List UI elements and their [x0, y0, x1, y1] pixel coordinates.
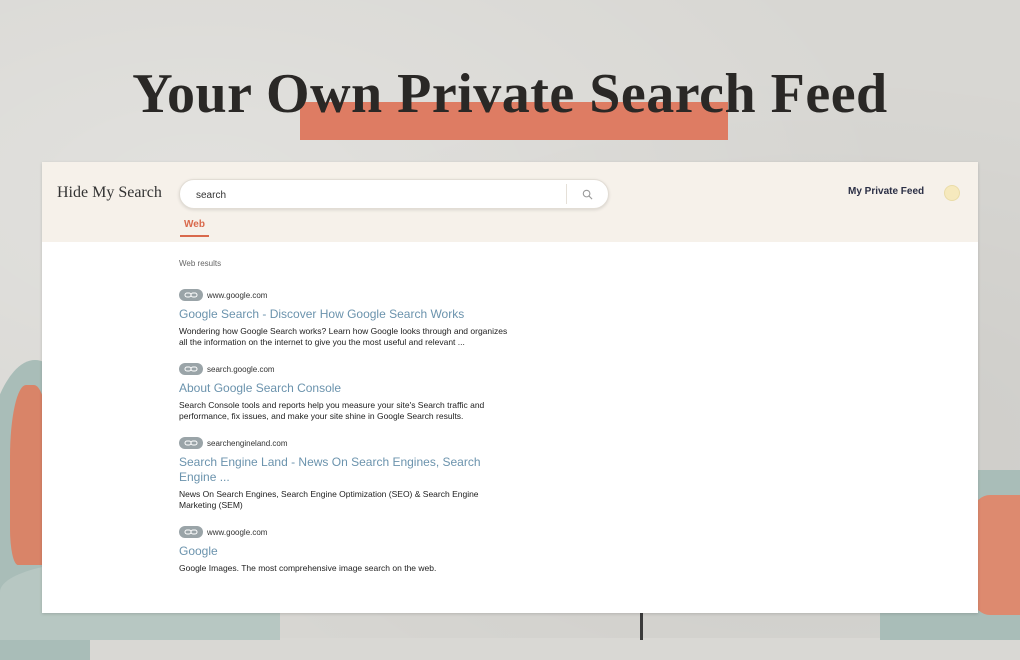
result-url: search.google.com — [207, 364, 275, 374]
search-box — [179, 179, 609, 209]
search-input[interactable] — [194, 185, 568, 205]
result-title[interactable]: Google Search - Discover How Google Sear… — [179, 307, 509, 322]
result-snippet: News On Search Engines, Search Engine Op… — [179, 489, 479, 510]
result-snippet: Wondering how Google Search works? Learn… — [179, 326, 508, 347]
result-title[interactable]: About Google Search Console — [179, 381, 509, 396]
search-divider — [566, 184, 567, 204]
avatar[interactable] — [944, 185, 960, 201]
result-item: search.google.com About Google Search Co… — [179, 362, 509, 422]
result-site: searchengineland.com — [179, 436, 509, 450]
result-site: www.google.com — [179, 288, 509, 302]
result-item: www.google.com Google Google Images. The… — [179, 525, 509, 574]
result-item: searchengineland.com Search Engine Land … — [179, 436, 509, 511]
result-title[interactable]: Search Engine Land - News On Search Engi… — [179, 455, 509, 485]
app-window: Hide My Search My Private Feed Web Web r… — [42, 162, 978, 613]
headline: Your Own Private Search Feed — [132, 63, 888, 125]
result-snippet: Google Images. The most comprehensive im… — [179, 563, 437, 573]
result-title[interactable]: Google — [179, 544, 509, 559]
result-url: www.google.com — [207, 527, 268, 537]
link-icon — [179, 363, 203, 375]
results-list: Web results www.google.com Google Search… — [179, 259, 509, 588]
result-site: search.google.com — [179, 362, 509, 376]
result-url: www.google.com — [207, 290, 268, 300]
link-icon — [179, 526, 203, 538]
result-site: www.google.com — [179, 525, 509, 539]
result-url: searchengineland.com — [207, 438, 288, 448]
tab-web[interactable]: Web — [180, 219, 209, 237]
headline-area: Your Own Private Search Feed — [0, 58, 1020, 148]
result-snippet: Search Console tools and reports help yo… — [179, 400, 485, 421]
search-button[interactable] — [573, 184, 601, 204]
link-icon — [179, 289, 203, 301]
section-label: Web results — [179, 259, 222, 268]
result-item: www.google.com Google Search - Discover … — [179, 288, 509, 348]
app-header: Hide My Search My Private Feed Web — [42, 162, 978, 242]
search-icon — [582, 189, 592, 199]
my-private-feed-link[interactable]: My Private Feed — [848, 186, 924, 197]
brand-logo[interactable]: Hide My Search — [57, 184, 162, 202]
link-icon — [179, 437, 203, 449]
